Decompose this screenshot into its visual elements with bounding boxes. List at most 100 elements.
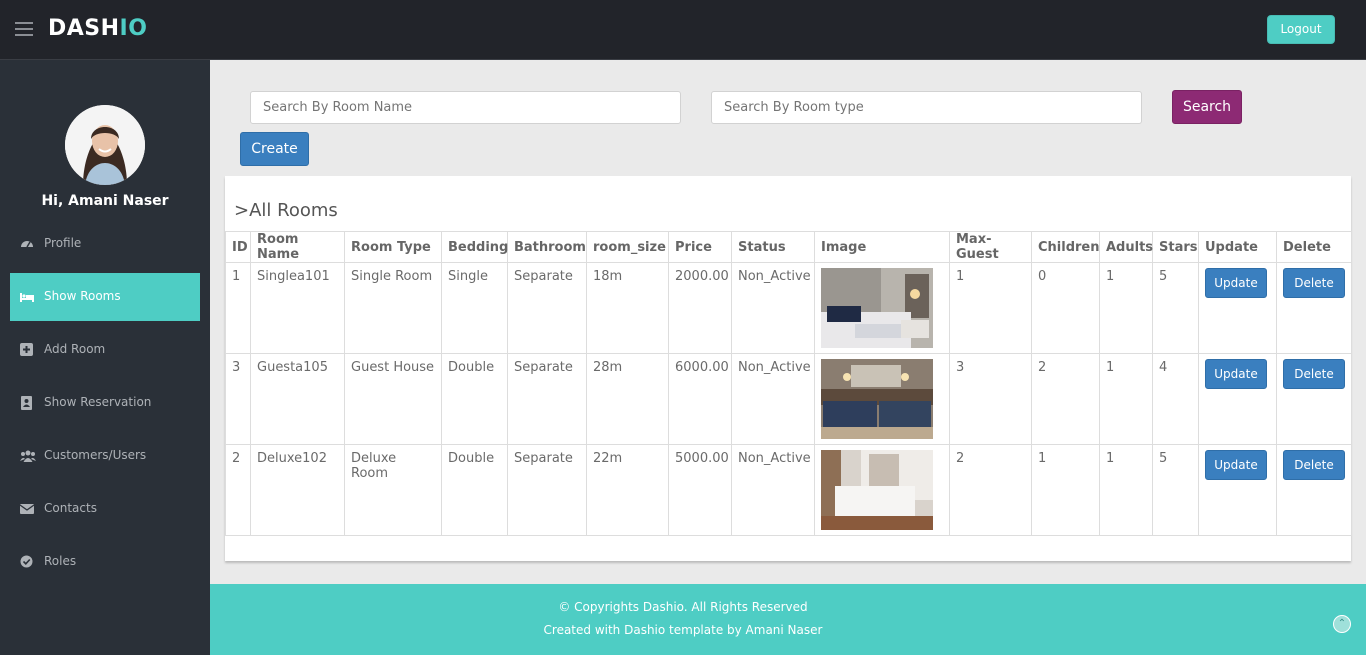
sidebar-item-contacts[interactable]: Contacts — [10, 485, 200, 533]
rooms-panel: >All Rooms ID Room Name Room Type Beddin… — [225, 176, 1352, 561]
cell-room-name: Guesta105 — [250, 353, 345, 445]
sidebar-item-label: Show Reservation — [44, 395, 152, 409]
cell-max-guest: 1 — [949, 262, 1032, 354]
table-header-row: ID Room Name Room Type Bedding Bathroom … — [225, 231, 1352, 263]
update-button[interactable]: Update — [1205, 359, 1267, 389]
brand-accent: IO — [119, 16, 148, 41]
room-image — [821, 359, 933, 439]
column-header: Image — [814, 231, 950, 263]
column-header: Update — [1198, 231, 1277, 263]
sidebar-item-roles[interactable]: Roles — [10, 538, 200, 586]
cell-max-guest: 3 — [949, 353, 1032, 445]
update-button[interactable]: Update — [1205, 450, 1267, 480]
room-image — [821, 450, 933, 530]
sidebar: Hi, Amani Naser Profile Show Rooms Add R… — [0, 60, 210, 655]
dashboard-icon — [21, 241, 33, 248]
cell-update: Update — [1198, 353, 1277, 445]
column-header: Room Name — [250, 231, 345, 263]
cell-id: 2 — [225, 444, 251, 536]
cell-adults: 1 — [1099, 262, 1153, 354]
column-header: Stars — [1152, 231, 1199, 263]
cell-price: 6000.00 — [668, 353, 732, 445]
cell-update: Update — [1198, 262, 1277, 354]
room-image — [821, 268, 933, 348]
sidebar-item-add-room[interactable]: Add Room — [10, 326, 200, 374]
delete-button[interactable]: Delete — [1283, 268, 1345, 298]
check-circle-icon — [20, 555, 33, 568]
cell-id: 1 — [225, 262, 251, 354]
avatar[interactable] — [65, 105, 145, 185]
cell-children: 2 — [1031, 353, 1100, 445]
cell-delete: Delete — [1276, 353, 1352, 445]
update-button[interactable]: Update — [1205, 268, 1267, 298]
plus-square-icon — [20, 343, 33, 356]
bed-icon — [20, 293, 34, 302]
cell-room-name: Deluxe102 — [250, 444, 345, 536]
sidebar-item-customers-users[interactable]: Customers/Users — [10, 432, 200, 480]
cell-status: Non_Active — [731, 353, 815, 445]
cell-bathroom: Separate — [507, 444, 587, 536]
cell-image — [814, 353, 950, 445]
cell-stars: 4 — [1152, 353, 1199, 445]
cell-stars: 5 — [1152, 444, 1199, 536]
sidebar-item-show-rooms[interactable]: Show Rooms — [10, 273, 200, 321]
table-row: 2 Deluxe102 Deluxe Room Double Separate … — [225, 444, 1352, 536]
cell-bedding: Single — [441, 262, 508, 354]
cell-bedding: Double — [441, 444, 508, 536]
column-header: ID — [225, 231, 251, 263]
menu-toggle-icon[interactable] — [15, 22, 33, 36]
cell-delete: Delete — [1276, 262, 1352, 354]
top-bar: DASHIO Logout — [0, 0, 1366, 60]
cell-room-size: 18m — [586, 262, 669, 354]
cell-room-type: Guest House — [344, 353, 442, 445]
search-button[interactable]: Search — [1172, 90, 1242, 124]
cell-room-name: Singlea101 — [250, 262, 345, 354]
cell-status: Non_Active — [731, 262, 815, 354]
table-row: 1 Singlea101 Single Room Single Separate… — [225, 262, 1352, 354]
cell-max-guest: 2 — [949, 444, 1032, 536]
create-button[interactable]: Create — [240, 132, 309, 166]
cell-update: Update — [1198, 444, 1277, 536]
column-header: Children — [1031, 231, 1100, 263]
table-row: 3 Guesta105 Guest House Double Separate … — [225, 353, 1352, 445]
cell-room-size: 28m — [586, 353, 669, 445]
cell-image — [814, 444, 950, 536]
column-header: Max-Guest — [949, 231, 1032, 263]
search-room-name-input[interactable] — [250, 91, 681, 124]
cell-bathroom: Separate — [507, 262, 587, 354]
cell-delete: Delete — [1276, 444, 1352, 536]
cell-bedding: Double — [441, 353, 508, 445]
cell-price: 5000.00 — [668, 444, 732, 536]
column-header: room_size — [586, 231, 669, 263]
cell-children: 0 — [1031, 262, 1100, 354]
delete-button[interactable]: Delete — [1283, 450, 1345, 480]
cell-adults: 1 — [1099, 444, 1153, 536]
cell-image — [814, 262, 950, 354]
cell-status: Non_Active — [731, 444, 815, 536]
column-header: Room Type — [344, 231, 442, 263]
cell-price: 2000.00 — [668, 262, 732, 354]
search-room-type-input[interactable] — [711, 91, 1142, 124]
cell-room-type: Single Room — [344, 262, 442, 354]
contact-book-icon — [21, 396, 32, 410]
sidebar-item-label: Profile — [44, 236, 82, 250]
column-header: Bathroom — [507, 231, 587, 263]
user-greeting: Hi, Amani Naser — [41, 193, 169, 209]
sidebar-item-label: Show Rooms — [44, 289, 121, 303]
sidebar-item-label: Roles — [44, 554, 77, 568]
logout-button[interactable]: Logout — [1267, 15, 1335, 44]
delete-button[interactable]: Delete — [1283, 359, 1345, 389]
sidebar-item-label: Customers/Users — [44, 448, 147, 462]
footer: © Copyrights Dashio. All Rights Reserved… — [210, 584, 1366, 655]
cell-bathroom: Separate — [507, 353, 587, 445]
rooms-table: ID Room Name Room Type Bedding Bathroom … — [225, 231, 1352, 536]
cell-children: 1 — [1031, 444, 1100, 536]
panel-title: >All Rooms — [234, 200, 338, 221]
sidebar-item-label: Add Room — [44, 342, 106, 356]
cell-id: 3 — [225, 353, 251, 445]
envelope-icon — [20, 504, 34, 514]
sidebar-item-show-reservation[interactable]: Show Reservation — [10, 379, 200, 427]
scroll-to-top-icon[interactable]: ⌃ — [1333, 615, 1351, 633]
sidebar-item-profile[interactable]: Profile — [10, 220, 200, 268]
brand-logo[interactable]: DASHIO — [48, 16, 147, 41]
